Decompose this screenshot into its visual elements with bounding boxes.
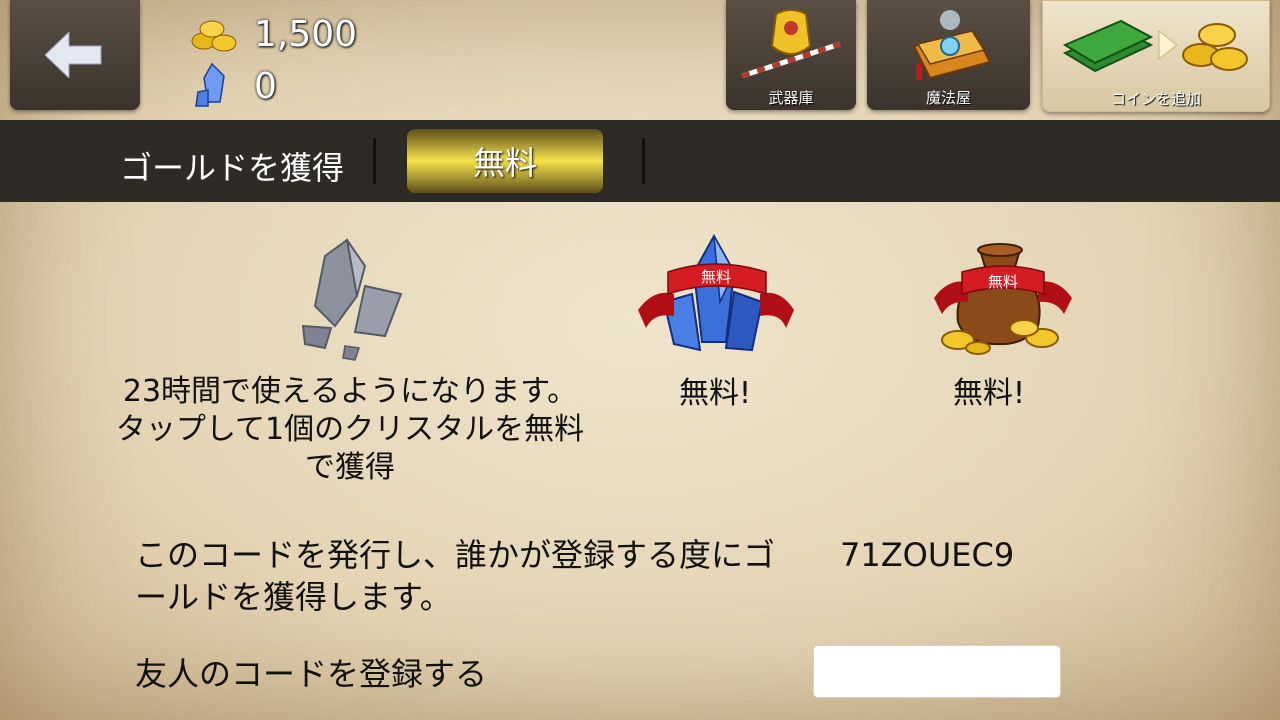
crystal-icon	[195, 62, 225, 107]
crystal-balance: 0	[190, 62, 277, 110]
crystal-cooldown-text: 23時間で使えるようになります。 タップして1個のクリスタルを無料 で獲得	[40, 373, 660, 487]
tab-divider	[642, 138, 645, 184]
free-gold-bag-icon[interactable]: 無料	[928, 240, 1078, 355]
cash-to-coins-icon	[1062, 19, 1248, 73]
register-friend-code-label: 友人のコードを登録する	[135, 655, 488, 693]
magic-shop-label: 魔法屋	[925, 89, 971, 107]
cooldown-line-3: で獲得	[305, 450, 395, 485]
crystal-amount: 0	[254, 65, 277, 107]
cooldown-line-1: 23時間で使えるようになります。	[122, 374, 578, 409]
add-coins-label: コインを追加	[1110, 90, 1201, 108]
referral-line-1: このコードを発行し、誰かが登録する度にゴ	[135, 536, 776, 574]
gold-balance: 1,500	[190, 14, 357, 55]
magic-shop-button[interactable]: 魔法屋	[867, 0, 1030, 110]
referral-issue-text: このコードを発行し、誰かが登録する度にゴ ールドを獲得します。	[135, 534, 855, 618]
gold-coins-icon	[191, 20, 237, 51]
gold-amount: 1,500	[254, 14, 358, 55]
top-bar: 1,500 0 武器庫 魔法屋 コインを追加	[0, 0, 1280, 120]
free-crystal-icon[interactable]: 無料	[634, 232, 799, 362]
referral-code: 71ZOUEC9	[840, 536, 1015, 574]
friend-code-input[interactable]	[813, 645, 1061, 698]
back-arrow-icon	[45, 32, 102, 78]
cooldown-line-2: タップして1個のクリスタルを無料	[115, 412, 585, 447]
spellbook-icon	[912, 10, 991, 80]
tab-gold-title: ゴールドを獲得	[120, 149, 345, 187]
free-gold-label: 無料!	[952, 376, 1026, 411]
tab-divider	[373, 138, 376, 184]
add-coins-button[interactable]: コインを追加	[1042, 0, 1270, 112]
back-button[interactable]	[10, 0, 140, 110]
free-crystal-label: 無料!	[678, 376, 752, 411]
armory-label: 武器庫	[768, 89, 814, 107]
ribbon-label: 無料	[701, 268, 731, 286]
crystal-cooldown-icon[interactable]	[285, 236, 415, 366]
tab-free[interactable]: 無料	[407, 129, 603, 193]
referral-line-2: ールドを獲得します。	[135, 578, 452, 616]
armor-icon	[741, 9, 841, 79]
ribbon-label: 無料	[988, 273, 1018, 291]
armory-button[interactable]: 武器庫	[726, 0, 856, 110]
